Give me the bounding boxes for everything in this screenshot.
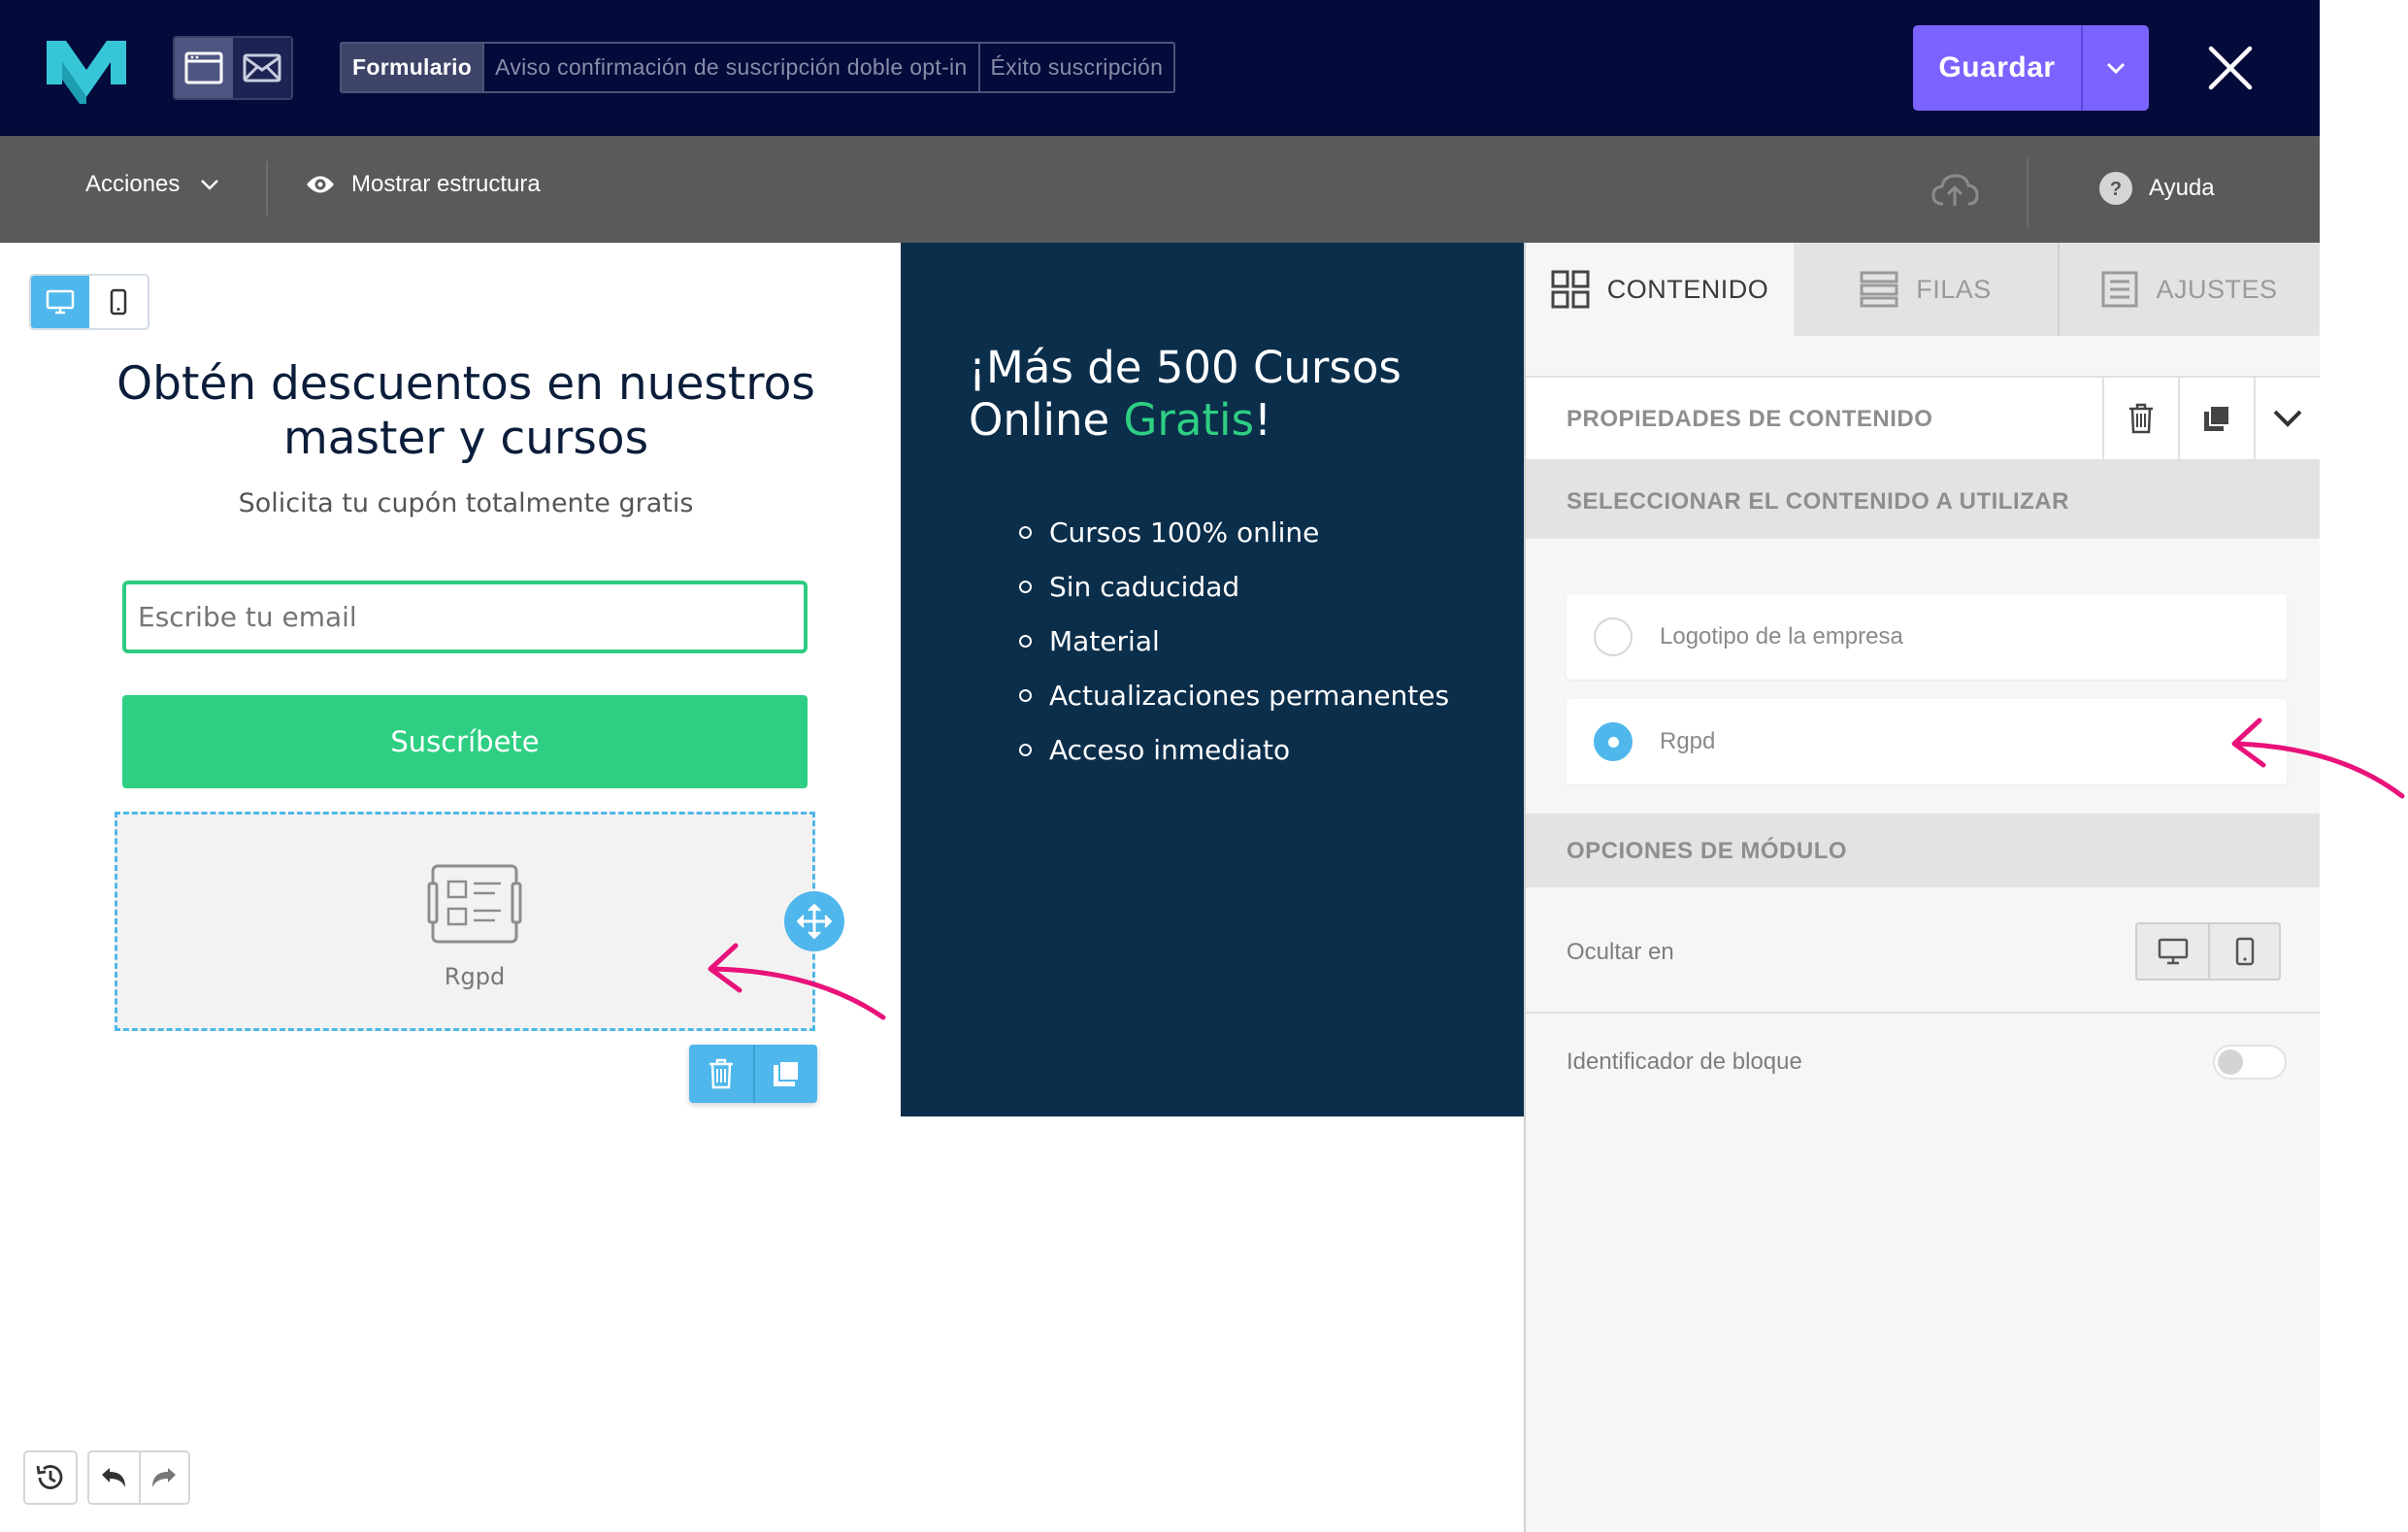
block-identifier-switch[interactable]: [2213, 1045, 2287, 1080]
desktop-icon[interactable]: [31, 276, 89, 328]
grid-icon: [1551, 270, 1590, 309]
eye-icon: [307, 176, 334, 193]
option-rgpd[interactable]: Rgpd: [1567, 699, 2287, 784]
list-item: Acceso inmediato: [1019, 722, 1449, 777]
acciones-menu[interactable]: Acciones: [85, 171, 220, 198]
content-properties-title: PROPIEDADES DE CONTENIDO: [1567, 406, 1933, 432]
tab-contenido-label: CONTENIDO: [1606, 274, 1769, 304]
hide-on-toggle: [2135, 922, 2281, 981]
hide-on-label: Ocultar en: [1567, 939, 1674, 965]
browser-window-icon[interactable]: [175, 38, 233, 98]
settings-list-icon: [2101, 271, 2138, 308]
save-button-group: Guardar: [1913, 25, 2149, 111]
select-content-title: SELECCIONAR EL CONTENIDO A UTILIZAR: [1567, 488, 2069, 515]
form-module-icon: [427, 862, 522, 946]
duplicate-icon[interactable]: [753, 1045, 817, 1103]
option-rgpd-label: Rgpd: [1660, 728, 1716, 754]
preview-device-toggle: [29, 274, 149, 330]
duplicate-icon: [2204, 405, 2230, 431]
mostrar-estructura-button[interactable]: Mostrar estructura: [305, 171, 541, 198]
toolbar-divider: [266, 161, 268, 216]
radio-rgpd[interactable]: [1594, 722, 1633, 761]
option-logotipo[interactable]: Logotipo de la empresa: [1567, 594, 2287, 680]
desktop-icon[interactable]: [2137, 924, 2208, 979]
acciones-label: Acciones: [85, 171, 181, 197]
list-item: Material: [1019, 614, 1449, 668]
option-logotipo-label: Logotipo de la empresa: [1660, 623, 1903, 649]
ayuda-label: Ayuda: [2149, 175, 2215, 201]
trash-icon: [2129, 403, 2153, 434]
email-field[interactable]: [122, 581, 808, 653]
chevron-down-icon: [201, 180, 219, 190]
tab-formulario[interactable]: Formulario: [342, 44, 485, 91]
module-options-title: OPCIONES DE MÓDULO: [1567, 838, 1848, 864]
annotation-arrow: [2223, 709, 2407, 816]
chevron-down-icon: [2106, 62, 2126, 75]
ayuda-button[interactable]: ? Ayuda: [2098, 171, 2215, 206]
tab-filas-label: FILAS: [1916, 274, 1992, 304]
form-subtitle: Solicita tu cupón totalmente gratis: [238, 488, 694, 518]
brand-logo-icon[interactable]: [43, 31, 130, 104]
panel-tabs: CONTENIDO FILAS AJUSTES: [1526, 243, 2320, 336]
rows-icon: [1860, 271, 1898, 308]
subscribe-button[interactable]: Suscríbete: [122, 695, 808, 788]
tab-ajustes-label: AJUSTES: [2156, 274, 2278, 304]
form-step-tabs: Formulario Aviso confirmación de suscrip…: [340, 42, 1176, 93]
editor-mode-switch: [173, 36, 293, 100]
envelope-icon[interactable]: [233, 38, 291, 98]
chevron-down-icon: [2273, 410, 2302, 427]
tab-exito-suscripcion[interactable]: Éxito suscripción: [980, 44, 1174, 91]
tab-aviso-confirmacion[interactable]: Aviso confirmación de suscripción doble …: [484, 44, 980, 91]
mostrar-estructura-label: Mostrar estructura: [351, 171, 541, 197]
promo-title: ¡Más de 500 Cursos Online Gratis!: [969, 342, 1493, 447]
delete-block-button[interactable]: [2102, 376, 2178, 461]
promo-benefits-list: Cursos 100% online Sin caducidad Materia…: [1019, 505, 1449, 777]
list-item: Cursos 100% online: [1019, 505, 1449, 559]
collapse-panel-button[interactable]: [2254, 376, 2320, 461]
save-button[interactable]: Guardar: [1913, 25, 2081, 111]
duplicate-block-button[interactable]: [2178, 376, 2254, 461]
help-circle-icon: ?: [2099, 172, 2132, 205]
block-identifier-label: Identificador de bloque: [1567, 1049, 1802, 1075]
tab-contenido[interactable]: CONTENIDO: [1526, 243, 1794, 336]
promo-title-highlight: Gratis: [1123, 394, 1255, 446]
trash-icon[interactable]: [689, 1045, 753, 1103]
close-icon[interactable]: [2205, 43, 2256, 93]
list-item: Sin caducidad: [1019, 559, 1449, 614]
svg-text:?: ?: [2110, 179, 2122, 200]
promo-title-end: !: [1254, 394, 1272, 446]
toolbar-divider: [2027, 157, 2029, 227]
annotation-arrow: [699, 932, 893, 1029]
save-options-button[interactable]: [2081, 25, 2149, 111]
radio-logotipo[interactable]: [1594, 617, 1633, 656]
rgpd-block-label: Rgpd: [444, 963, 506, 990]
mobile-icon[interactable]: [2208, 924, 2279, 979]
block-actions: [689, 1045, 817, 1103]
cloud-upload-icon[interactable]: [1930, 171, 1980, 210]
history-icon[interactable]: [23, 1450, 78, 1505]
mobile-icon[interactable]: [89, 276, 148, 328]
tab-filas[interactable]: FILAS: [1794, 243, 2060, 336]
redo-icon[interactable]: [138, 1452, 188, 1503]
undo-redo-group: [87, 1450, 190, 1505]
form-title: Obtén descuentos en nuestros master y cu…: [116, 357, 815, 465]
tab-ajustes[interactable]: AJUSTES: [2060, 243, 2320, 336]
divider: [1526, 1012, 2320, 1014]
undo-icon[interactable]: [89, 1452, 139, 1503]
list-item: Actualizaciones permanentes: [1019, 668, 1449, 722]
